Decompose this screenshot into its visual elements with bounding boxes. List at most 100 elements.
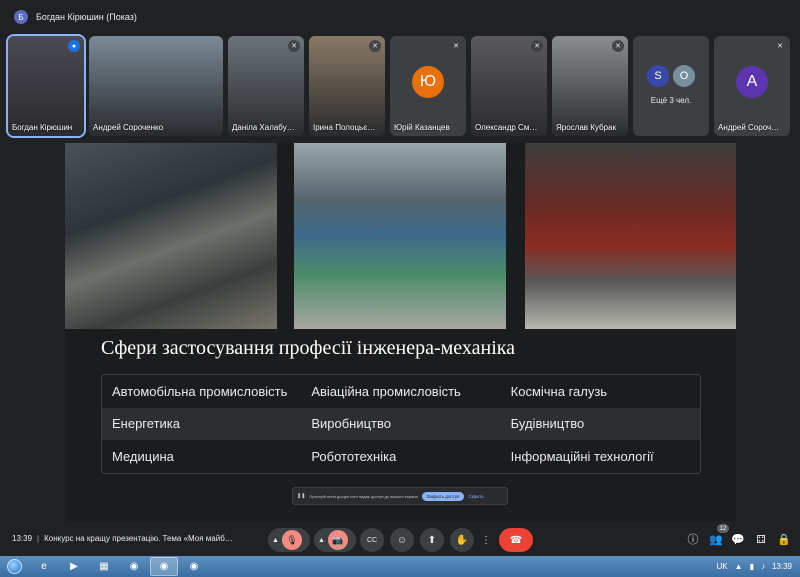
chat-button[interactable]: 💬 <box>731 532 745 546</box>
captions-button[interactable]: CC <box>360 528 384 552</box>
table-cell: Космічна галузь <box>510 383 608 399</box>
leave-call-button[interactable]: ☎ <box>499 528 533 552</box>
mic-off-icon: ✕ <box>450 40 462 52</box>
more-vertical-icon: ⋮ <box>481 534 491 546</box>
system-tray: UK ▲ ▮ ♪ 13:39 <box>717 556 800 577</box>
taskbar-chrome-active-icon[interactable]: ◉ <box>150 557 178 576</box>
slide-title: Сфери застосування професії інженера-мех… <box>101 337 516 359</box>
table-cell: Медицина <box>112 449 174 465</box>
participant-name: Андрей Сороч… <box>718 123 780 132</box>
mic-off-icon: ✕ <box>288 40 300 52</box>
end-call-icon: ☎ <box>509 534 523 546</box>
participant-tile[interactable]: ✕ Ярослав Кубрак <box>552 36 628 136</box>
fields-table: Автомобільна промисловість Авіаційна про… <box>101 374 701 474</box>
participant-name: Богдан Кірюшин <box>12 123 73 132</box>
participant-tile[interactable]: А ✕ Андрей Сороч… <box>714 36 790 136</box>
window-title-bar: Б Богдан Кірюшин (Показ) <box>0 0 800 34</box>
slide-image-car-factory <box>65 143 277 329</box>
slide-image-aircraft-hangar <box>294 143 506 329</box>
participant-name: Олександр См… <box>475 123 538 132</box>
meeting-controls-bar: 13:39 | Конкурс на кращу презентацію. Тема… <box>0 524 800 556</box>
activities-button[interactable]: ⚃ <box>754 532 768 546</box>
table-cell: Будівництво <box>510 416 585 432</box>
camera-off-icon[interactable]: 📷 <box>327 530 348 550</box>
participant-avatar: O <box>673 65 695 87</box>
table-cell: Енергетика <box>112 416 180 432</box>
taskbar-ie-icon[interactable]: e <box>30 557 58 576</box>
present-button[interactable]: ⬆ <box>420 528 444 552</box>
mic-off-icon: ✕ <box>531 40 543 52</box>
presenter-avatar: Б <box>14 10 28 24</box>
mic-off-icon: ✕ <box>369 40 381 52</box>
start-button[interactable] <box>0 556 28 577</box>
people-button[interactable]: 👥 <box>709 532 723 546</box>
participant-tile[interactable]: ✕ Даніла Халабу… <box>228 36 304 136</box>
table-cell: Виробництво <box>311 416 391 432</box>
participant-strip: ● Богдан Кірюшин Андрей Сороченко ✕ Дані… <box>6 34 794 138</box>
raise-hand-button[interactable]: ✋ <box>450 528 474 552</box>
participant-tile[interactable]: ✕ Ірина Полоцьє… <box>309 36 385 136</box>
meeting-details-button[interactable]: ⓘ <box>686 532 700 546</box>
info-separator: | <box>37 534 40 543</box>
network-icon[interactable]: ▮ <box>750 562 754 571</box>
presentation-slide: Сфери застосування професії інженера-мех… <box>65 143 736 521</box>
hand-icon: ✋ <box>455 534 469 546</box>
host-controls-button[interactable]: 🔒 <box>777 532 791 546</box>
table-row: Медицина Робототехніка Інформаційні техн… <box>102 440 700 473</box>
more-options-button[interactable]: ⋮ <box>477 528 495 552</box>
meeting-info: 13:39 | Конкурс на кращу презентацію. Тема… <box>12 534 233 543</box>
share-banner-text: Пристрій meet.google.com надає доступ до… <box>309 493 418 499</box>
participant-avatar: S <box>647 65 669 87</box>
clock[interactable]: 13:39 <box>772 562 792 571</box>
microphone-toggle[interactable]: ▲ 🎙 <box>268 528 310 552</box>
emoji-icon: ☺ <box>396 534 408 546</box>
windows-logo-icon <box>6 559 22 574</box>
chevron-up-icon[interactable]: ▲ <box>272 537 279 544</box>
participant-tile[interactable]: ● Богдан Кірюшин <box>6 34 86 138</box>
participant-tile[interactable]: ✕ Олександр См… <box>471 36 547 136</box>
more-participants-tile[interactable]: S O Ещё 3 чел. <box>633 36 709 136</box>
table-cell: Робототехніка <box>311 449 397 465</box>
stop-sharing-button[interactable]: Закрыть доступ <box>421 491 465 501</box>
chat-icon: 💬 <box>731 533 745 546</box>
lock-icon: 🔒 <box>777 533 791 546</box>
participant-avatar: Ю <box>412 66 444 98</box>
more-participants-label: Ещё 3 чел. <box>650 96 692 105</box>
captions-icon: CC <box>366 536 378 544</box>
camera-toggle[interactable]: ▲ 📷 <box>314 528 356 552</box>
speaking-indicator-icon: ● <box>68 40 80 52</box>
participant-video <box>89 36 223 136</box>
table-cell: Інформаційні технології <box>510 449 654 465</box>
pause-icon: ❚❚ <box>297 493 306 499</box>
mic-off-icon[interactable]: 🎙 <box>281 530 302 550</box>
chevron-up-icon[interactable]: ▲ <box>318 537 325 544</box>
tray-arrow-icon[interactable]: ▲ <box>735 562 743 571</box>
taskbar-chrome-icon[interactable]: ◉ <box>120 557 148 576</box>
table-cell: Авіаційна промисловість <box>311 383 461 399</box>
participant-name: Ірина Полоцьє… <box>313 123 376 132</box>
present-screen-icon: ⬆ <box>427 534 437 546</box>
emoji-button[interactable]: ☺ <box>390 528 414 552</box>
participant-name: Даніла Халабу… <box>232 123 295 132</box>
participant-tile[interactable]: Андрей Сороченко <box>89 36 223 136</box>
meeting-title: Конкурс на кращу презентацію. Тема «Моя … <box>44 534 233 543</box>
participant-tile[interactable]: Ю ✕ Юрій Казанцев <box>390 36 466 136</box>
taskbar-explorer-icon[interactable]: ▦ <box>90 557 118 576</box>
more-participants-avatars: S O <box>647 65 695 87</box>
participant-avatar: А <box>736 66 768 98</box>
volume-icon[interactable]: ♪ <box>761 562 765 571</box>
participant-name: Андрей Сороченко <box>93 123 164 132</box>
hide-banner-link[interactable]: Скрыть <box>468 494 483 499</box>
people-icon: 👥 <box>709 533 723 546</box>
window-title: Богдан Кірюшин (Показ) <box>36 12 137 22</box>
taskbar-media-player-icon[interactable]: ▶ <box>60 557 88 576</box>
windows-taskbar: e ▶ ▦ ◉ ◉ ◉ UK ▲ ▮ ♪ 13:39 <box>0 556 800 577</box>
table-row: Енергетика Виробництво Будівництво <box>102 407 700 441</box>
meeting-time: 13:39 <box>12 534 33 543</box>
mic-off-icon: ✕ <box>612 40 624 52</box>
language-indicator[interactable]: UK <box>717 562 728 571</box>
activities-icon: ⚃ <box>756 533 766 546</box>
participant-name: Ярослав Кубрак <box>556 123 616 132</box>
mic-off-icon: ✕ <box>774 40 786 52</box>
taskbar-viber-icon[interactable]: ◉ <box>180 557 208 576</box>
